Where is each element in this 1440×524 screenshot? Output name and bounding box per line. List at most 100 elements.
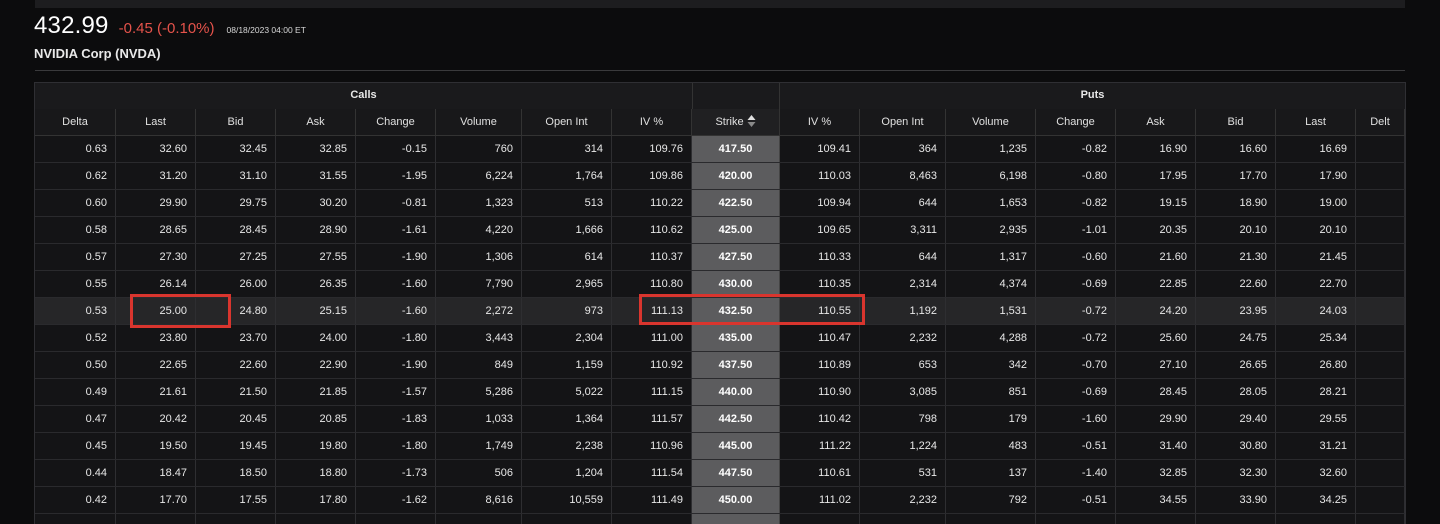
call-ask-cell[interactable]: 18.80 xyxy=(276,460,356,486)
table-row[interactable]: 0.49 21.61 21.50 21.85 -1.57 5,286 5,022 111.15… xyxy=(35,379,1405,406)
table-row[interactable]: 0.47 20.42 20.45 20.85 -1.83 1,033 1,364 111.57… xyxy=(35,406,1405,433)
put-last-cell[interactable]: 26.80 xyxy=(1276,352,1356,378)
put-delta-cell[interactable] xyxy=(1356,136,1405,162)
call-bid-cell[interactable]: 17.55 xyxy=(196,487,276,513)
put-open-int-cell[interactable]: 364 xyxy=(860,136,946,162)
table-row[interactable]: 0.42 17.70 17.55 17.80 -1.62 8,616 10,559 111.4… xyxy=(35,487,1405,514)
call-open-int-cell[interactable]: 2,304 xyxy=(522,325,612,351)
put-bid-cell[interactable]: 20.10 xyxy=(1196,217,1276,243)
put-delta-cell[interactable] xyxy=(1356,298,1405,324)
table-row[interactable]: 0.45 19.50 19.45 19.80 -1.80 1,749 2,238 110.96… xyxy=(35,433,1405,460)
put-ask-cell[interactable]: 22.85 xyxy=(1116,271,1196,297)
call-ask-cell[interactable]: 28.90 xyxy=(276,217,356,243)
put-volume-cell[interactable]: 1,531 xyxy=(946,298,1036,324)
put-iv-cell[interactable]: 110.89 xyxy=(780,352,860,378)
calls-volume-column-header[interactable]: Volume xyxy=(436,109,522,135)
call-change-cell[interactable]: -1.80 xyxy=(356,325,436,351)
call-delta-cell[interactable]: 0.60 xyxy=(35,190,116,216)
put-ask-cell[interactable]: 21.60 xyxy=(1116,244,1196,270)
call-bid-cell[interactable]: 28.45 xyxy=(196,217,276,243)
put-ask-cell[interactable]: 19.15 xyxy=(1116,190,1196,216)
call-delta-cell[interactable]: 0.49 xyxy=(35,379,116,405)
put-ask-cell[interactable]: 25.60 xyxy=(1116,325,1196,351)
call-iv-cell[interactable]: 110.92 xyxy=(612,352,692,378)
put-iv-cell[interactable]: 109.94 xyxy=(780,190,860,216)
call-delta-cell[interactable]: 0.62 xyxy=(35,163,116,189)
call-volume-cell[interactable]: 4,220 xyxy=(436,217,522,243)
put-open-int-cell[interactable]: 653 xyxy=(860,352,946,378)
put-open-int-cell[interactable]: 1,224 xyxy=(860,433,946,459)
put-volume-cell[interactable]: 4,288 xyxy=(946,325,1036,351)
put-delta-cell[interactable] xyxy=(1356,433,1405,459)
call-volume-cell[interactable]: 8,616 xyxy=(436,487,522,513)
call-ask-cell[interactable]: 17.80 xyxy=(276,487,356,513)
put-volume-cell[interactable]: 342 xyxy=(946,352,1036,378)
call-bid-cell[interactable]: 22.60 xyxy=(196,352,276,378)
put-change-cell[interactable]: -0.82 xyxy=(1036,190,1116,216)
calls-ask-column-header[interactable]: Ask xyxy=(276,109,356,135)
put-delta-cell[interactable] xyxy=(1356,325,1405,351)
put-ask-cell[interactable]: 17.95 xyxy=(1116,163,1196,189)
call-volume-cell[interactable]: 6,224 xyxy=(436,163,522,189)
call-open-int-cell[interactable]: 973 xyxy=(522,298,612,324)
call-volume-cell[interactable]: 7,790 xyxy=(436,271,522,297)
put-open-int-cell[interactable]: 2,232 xyxy=(860,487,946,513)
call-volume-cell[interactable]: 506 xyxy=(436,460,522,486)
put-open-int-cell[interactable]: 2,314 xyxy=(860,271,946,297)
call-delta-cell[interactable]: 0.55 xyxy=(35,271,116,297)
call-volume-cell[interactable]: 5,286 xyxy=(436,379,522,405)
call-last-cell[interactable]: 32.60 xyxy=(116,136,196,162)
put-iv-cell[interactable]: 110.03 xyxy=(780,163,860,189)
call-change-cell[interactable]: -1.95 xyxy=(356,163,436,189)
put-open-int-cell[interactable]: 3,085 xyxy=(860,379,946,405)
put-delta-cell[interactable] xyxy=(1356,352,1405,378)
put-open-int-cell[interactable]: 531 xyxy=(860,460,946,486)
call-volume-cell[interactable]: 760 xyxy=(436,136,522,162)
put-iv-cell[interactable]: 111.22 xyxy=(780,433,860,459)
call-volume-cell[interactable]: 3,443 xyxy=(436,325,522,351)
put-bid-cell[interactable]: 33.90 xyxy=(1196,487,1276,513)
call-open-int-cell[interactable]: 2,965 xyxy=(522,271,612,297)
puts-change-column-header[interactable]: Change xyxy=(1036,109,1116,135)
put-iv-cell[interactable]: 111.02 xyxy=(780,487,860,513)
put-volume-cell[interactable]: 1,653 xyxy=(946,190,1036,216)
table-row[interactable]: 0.55 26.14 26.00 26.35 -1.60 7,790 2,965 110.80… xyxy=(35,271,1405,298)
table-row[interactable]: 0.57 27.30 27.25 27.55 -1.90 1,306 614 110.37 42… xyxy=(35,244,1405,271)
call-iv-cell[interactable]: 111.15 xyxy=(612,379,692,405)
call-open-int-cell[interactable]: 1,764 xyxy=(522,163,612,189)
table-row[interactable]: 0.62 31.20 31.10 31.55 -1.95 6,224 1,764 109.86… xyxy=(35,163,1405,190)
put-last-cell[interactable]: 32.60 xyxy=(1276,460,1356,486)
call-iv-cell[interactable]: 109.76 xyxy=(612,136,692,162)
call-volume-cell[interactable]: 2,272 xyxy=(436,298,522,324)
call-volume-cell[interactable]: 1,749 xyxy=(436,433,522,459)
call-iv-cell[interactable]: 111.00 xyxy=(612,325,692,351)
call-last-cell[interactable]: 23.80 xyxy=(116,325,196,351)
put-open-int-cell[interactable]: 8,463 xyxy=(860,163,946,189)
put-bid-cell[interactable]: 24.75 xyxy=(1196,325,1276,351)
call-delta-cell[interactable]: 0.53 xyxy=(35,298,116,324)
put-iv-cell[interactable]: 109.65 xyxy=(780,217,860,243)
call-last-cell[interactable]: 27.30 xyxy=(116,244,196,270)
call-change-cell[interactable]: -1.60 xyxy=(356,298,436,324)
call-ask-cell[interactable]: 31.55 xyxy=(276,163,356,189)
call-bid-cell[interactable]: 20.45 xyxy=(196,406,276,432)
put-change-cell[interactable]: -0.80 xyxy=(1036,163,1116,189)
put-iv-cell[interactable]: 110.90 xyxy=(780,379,860,405)
put-delta-cell[interactable] xyxy=(1356,244,1405,270)
put-last-cell[interactable]: 21.45 xyxy=(1276,244,1356,270)
put-bid-cell[interactable]: 17.70 xyxy=(1196,163,1276,189)
call-delta-cell[interactable]: 0.50 xyxy=(35,352,116,378)
call-last-cell[interactable]: 19.50 xyxy=(116,433,196,459)
puts-bid-column-header[interactable]: Bid xyxy=(1196,109,1276,135)
call-open-int-cell[interactable]: 2,238 xyxy=(522,433,612,459)
put-volume-cell[interactable]: 6,198 xyxy=(946,163,1036,189)
call-iv-cell[interactable]: 110.22 xyxy=(612,190,692,216)
call-delta-cell[interactable]: 0.44 xyxy=(35,460,116,486)
put-ask-cell[interactable]: 20.35 xyxy=(1116,217,1196,243)
call-change-cell[interactable]: -1.62 xyxy=(356,487,436,513)
put-change-cell[interactable]: -0.51 xyxy=(1036,433,1116,459)
call-last-cell[interactable]: 21.61 xyxy=(116,379,196,405)
put-last-cell[interactable]: 29.55 xyxy=(1276,406,1356,432)
call-iv-cell[interactable]: 111.54 xyxy=(612,460,692,486)
call-change-cell[interactable]: -1.60 xyxy=(356,271,436,297)
